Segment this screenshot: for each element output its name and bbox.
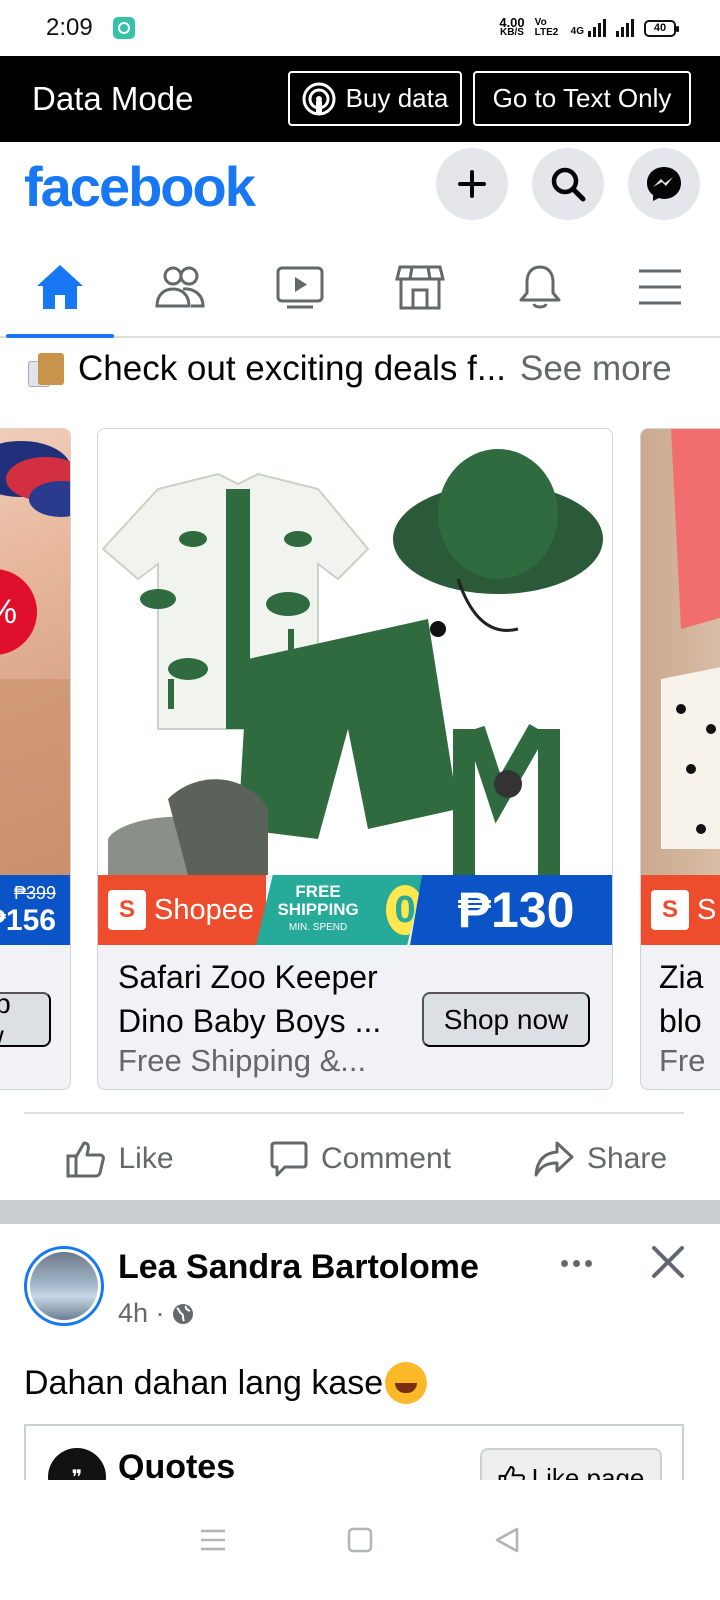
comment-label: Comment	[320, 1142, 452, 1175]
data-mode-bar: Data Mode Buy data Go to Text Only	[0, 56, 720, 142]
avatar[interactable]	[24, 1246, 104, 1326]
status-bar: 2:09 4.00 KB/S Vo LTE2 4G 40	[0, 0, 720, 56]
feed-separator	[0, 1200, 720, 1224]
product-image	[98, 429, 612, 875]
shopee-label: S	[697, 893, 717, 926]
price-banner: S Shopee FREE SHIPPING MIN. SPEND 0 ₱130	[98, 875, 612, 945]
product-description: Free Shipping &...	[118, 1043, 367, 1078]
search-icon	[551, 167, 586, 202]
tab-notifications[interactable]	[480, 238, 600, 336]
post-text: Dahan dahan lang kase	[24, 1362, 428, 1404]
like-button[interactable]: Like	[0, 1130, 240, 1188]
tab-marketplace[interactable]	[360, 238, 480, 336]
tab-watch[interactable]	[240, 238, 360, 336]
post-actions: Like Comment Share	[0, 1130, 720, 1188]
shop-now-button[interactable]: Shop now	[422, 992, 590, 1047]
product-image	[641, 429, 720, 875]
product-carousel[interactable]: % ₱399 ₱156 Shop now	[0, 428, 720, 1092]
status-time: 2:09	[46, 14, 93, 41]
store-icon	[395, 265, 445, 310]
data-mode-title: Data Mode	[32, 80, 194, 117]
free-shipping-badge: FREE SHIPPING MIN. SPEND 0	[256, 875, 424, 945]
product-card[interactable]: S S Zia blo Fre	[640, 428, 720, 1090]
sandals-image	[0, 441, 70, 875]
hide-post-button[interactable]	[650, 1244, 686, 1280]
globe-icon	[172, 1303, 193, 1324]
messenger-button[interactable]	[628, 148, 700, 220]
recent-apps-icon[interactable]	[199, 1528, 227, 1552]
post-text: Check out exciting deals f... See more	[26, 344, 706, 394]
old-price: ₱399	[13, 882, 56, 903]
share-icon	[534, 1141, 574, 1177]
search-button[interactable]	[532, 148, 604, 220]
bell-icon	[519, 265, 561, 309]
shopee-bag-icon: S	[651, 890, 689, 930]
post-time: 4h ·	[118, 1298, 165, 1328]
buy-data-button[interactable]: Buy data	[288, 71, 462, 126]
system-navigation-bar	[0, 1480, 720, 1600]
home-nav-icon[interactable]	[347, 1527, 373, 1553]
network-speed: 4.00 KB/S	[499, 15, 525, 38]
min-spend-label: MIN. SPEND	[288, 922, 348, 933]
buy-data-label: Buy data	[345, 83, 449, 113]
messenger-icon	[647, 167, 681, 201]
price-banner: S S	[641, 875, 720, 945]
signal-4g-icon: 4G	[571, 19, 606, 37]
home-icon	[37, 265, 83, 309]
app-notification-icon	[112, 17, 135, 39]
product-price: ₱130	[410, 875, 612, 945]
facebook-logo[interactable]: facebook	[24, 154, 256, 219]
broadcast-icon	[302, 82, 336, 115]
comment-icon	[270, 1141, 308, 1177]
like-label: Like	[118, 1142, 174, 1175]
product-card[interactable]: S Shopee FREE SHIPPING MIN. SPEND 0 ₱130…	[97, 428, 613, 1090]
new-price: ₱156	[0, 903, 56, 937]
signal-icon	[616, 19, 634, 37]
hamburger-icon	[639, 269, 681, 305]
battery-icon: 40	[644, 19, 679, 37]
girl-dress-image	[661, 429, 720, 849]
shopee-label: Shopee	[154, 893, 254, 926]
more-options-button[interactable]	[556, 1248, 596, 1278]
main-tabs	[0, 238, 720, 338]
shopping-bags-icon	[26, 351, 66, 387]
share-button[interactable]: Share	[480, 1130, 720, 1188]
shopee-badge: S S	[641, 875, 720, 945]
shopee-badge: S Shopee	[98, 875, 266, 945]
post-body: Dahan dahan lang kase	[24, 1363, 384, 1402]
comment-button[interactable]: Comment	[240, 1130, 480, 1188]
share-label: Share	[586, 1142, 668, 1175]
close-icon	[652, 1246, 684, 1278]
video-icon	[276, 266, 324, 309]
volte-indicator: Vo LTE2	[534, 17, 559, 38]
shop-now-button[interactable]: Shop now	[0, 988, 51, 1051]
text-only-button[interactable]: Go to Text Only	[473, 71, 691, 126]
tab-friends[interactable]	[120, 238, 240, 336]
tab-menu[interactable]	[600, 238, 720, 336]
like-icon	[66, 1141, 106, 1178]
post-meta: 4h ·	[118, 1298, 195, 1329]
add-icon	[458, 170, 486, 198]
post-text-content: Check out exciting deals f...	[78, 349, 506, 388]
product-card[interactable]: % ₱399 ₱156 Shop now	[0, 428, 71, 1090]
see-more-link[interactable]: See more	[520, 349, 672, 389]
create-button[interactable]	[436, 148, 508, 220]
laughing-emoji-icon	[385, 1362, 428, 1404]
product-title: Safari Zoo Keeper Dino Baby Boys ...	[118, 959, 382, 1039]
app-header: facebook	[0, 142, 720, 238]
friends-icon	[155, 266, 205, 308]
dino-outfit-image	[101, 449, 603, 875]
shopee-bag-icon: S	[108, 890, 146, 930]
price-banner: ₱399 ₱156	[0, 875, 70, 945]
back-icon[interactable]	[493, 1526, 521, 1554]
product-image	[0, 429, 70, 875]
tab-home[interactable]	[0, 238, 120, 338]
status-indicators: 4.00 KB/S Vo LTE2 4G 40	[499, 15, 679, 38]
divider	[24, 1112, 684, 1114]
post-author[interactable]: Lea Sandra Bartolome	[118, 1248, 479, 1287]
product-title: Zia blo	[659, 959, 704, 1039]
product-description: Fre	[659, 1043, 706, 1078]
free-shipping-label: FREE SHIPPING	[277, 882, 359, 919]
